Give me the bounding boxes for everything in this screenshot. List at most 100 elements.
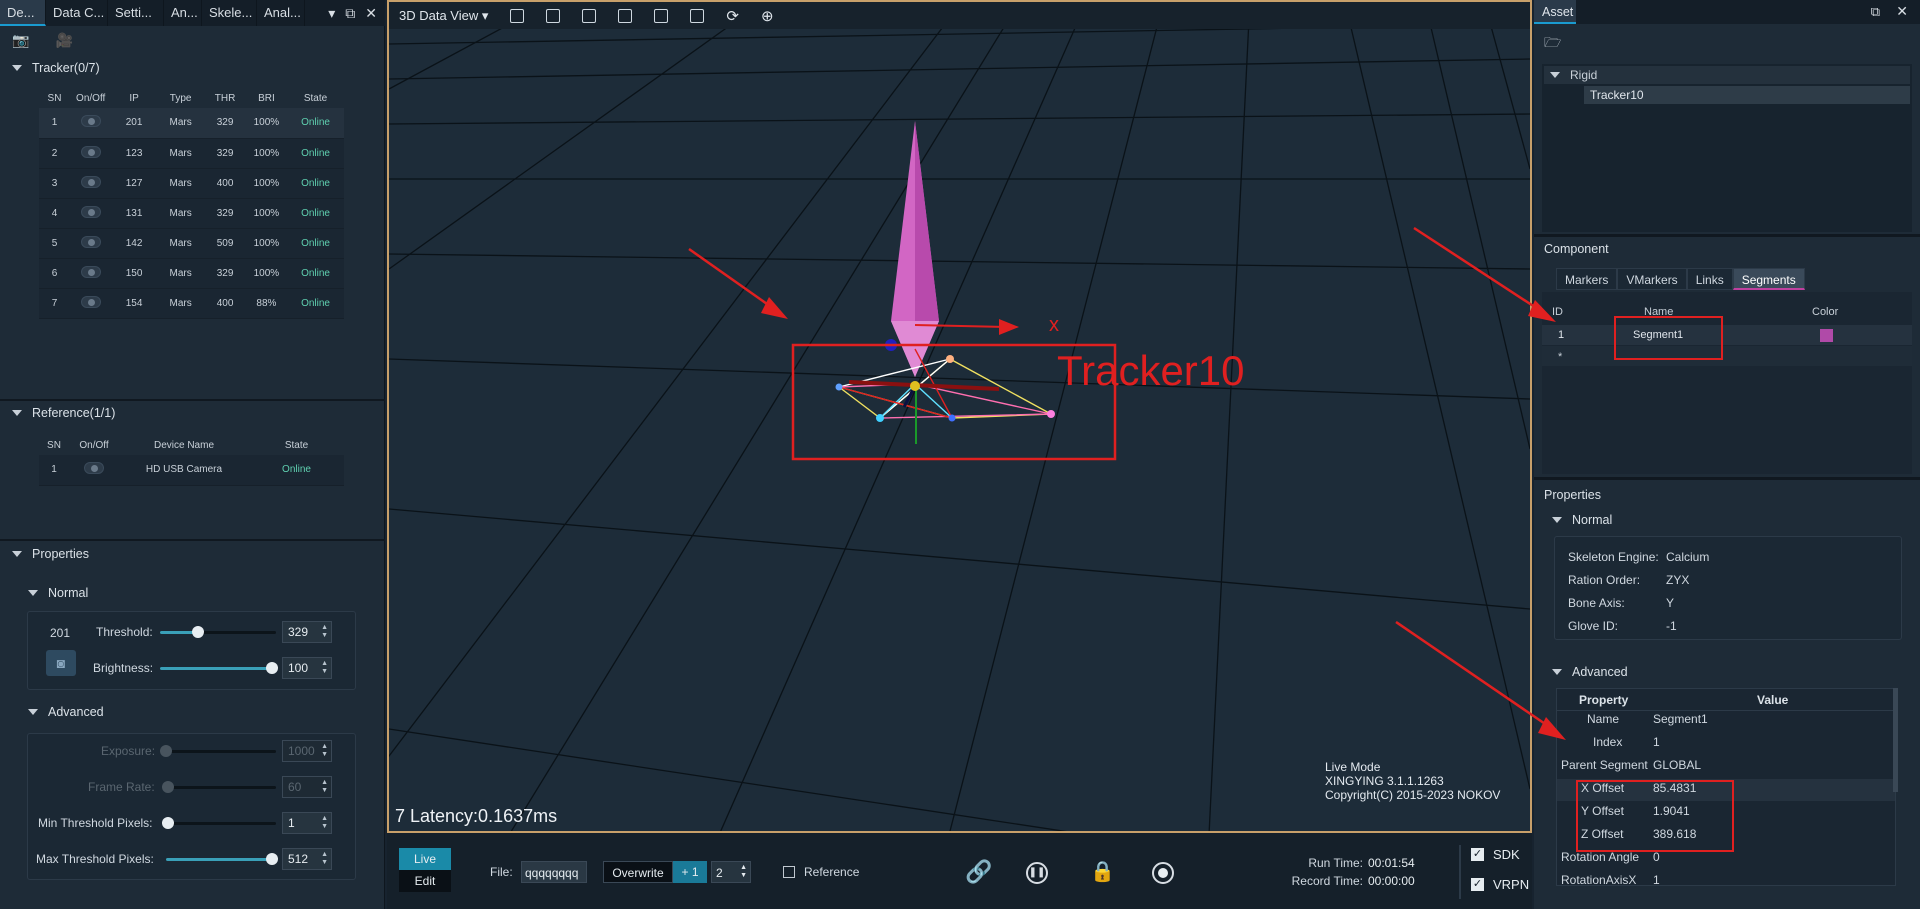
table-row[interactable]: 6 150 Mars 329 100% Online xyxy=(39,258,344,289)
min-threshold-slider[interactable] xyxy=(162,817,276,829)
spin-arrows-icon[interactable]: ▲ ▼ xyxy=(321,660,328,676)
on-off-toggle[interactable] xyxy=(80,205,101,218)
max-threshold-slider[interactable] xyxy=(166,853,278,865)
slider-handle[interactable] xyxy=(266,662,278,674)
cell-ip: 123 xyxy=(111,138,157,169)
reset-view-icon[interactable]: ⊕ xyxy=(761,7,774,25)
table-row[interactable]: 1 HD USB Camera Online xyxy=(39,455,344,486)
property-value[interactable]: Segment1 xyxy=(1653,712,1708,726)
property-value: Calcium xyxy=(1666,550,1710,564)
video-camera-icon[interactable]: 🎥 xyxy=(55,32,72,49)
record-icon[interactable] xyxy=(1152,862,1174,884)
slider-handle[interactable] xyxy=(266,853,278,865)
view-left-icon[interactable] xyxy=(654,8,669,23)
close-icon[interactable]: ✕ xyxy=(1896,3,1908,20)
threshold-slider[interactable] xyxy=(160,626,276,638)
scrollbar[interactable] xyxy=(1893,688,1898,792)
tab-links[interactable]: Links xyxy=(1686,268,1733,290)
normal-group-header[interactable]: Normal xyxy=(1534,508,1734,532)
view-side-icon[interactable] xyxy=(546,8,561,23)
tab-settings[interactable]: Setti... xyxy=(108,0,164,26)
spin-arrows-icon[interactable]: ▲ ▼ xyxy=(740,864,747,880)
camera-snapshot-icon[interactable]: 📷 xyxy=(12,32,29,49)
segment-color-swatch[interactable] xyxy=(1820,329,1833,342)
marker-point[interactable] xyxy=(1047,410,1055,418)
count-spinbox[interactable]: 2 ▲ ▼ xyxy=(711,861,751,883)
marker-point[interactable] xyxy=(946,355,954,363)
sdk-checkbox[interactable]: ✓ xyxy=(1471,848,1484,861)
min-threshold-spinbox[interactable]: 1 ▲ ▼ xyxy=(282,812,332,834)
max-threshold-spinbox[interactable]: 512 ▲ ▼ xyxy=(282,848,332,870)
spin-arrows-icon[interactable]: ▲ ▼ xyxy=(321,851,328,867)
tab-devices[interactable]: De... xyxy=(0,0,46,26)
3d-viewport[interactable]: 3D Data View ▾ ⟳ ⊕ x Tracker10 Live Mode… xyxy=(387,0,1532,833)
threshold-spinbox[interactable]: 329 ▲ ▼ xyxy=(282,621,332,643)
table-row[interactable]: 7 154 Mars 400 88% Online xyxy=(39,288,344,319)
reference-section-header[interactable]: Reference(1/1) xyxy=(0,401,385,425)
marker-point[interactable] xyxy=(948,414,956,422)
marker-point[interactable] xyxy=(835,383,843,391)
link-icon[interactable]: 🔗 xyxy=(965,859,992,885)
pause-icon[interactable]: ❚❚ xyxy=(1026,862,1048,884)
vrpn-checkbox[interactable]: ✓ xyxy=(1471,878,1484,891)
brightness-spinbox[interactable]: 100 ▲ ▼ xyxy=(282,657,332,679)
tab-asset[interactable]: Asset xyxy=(1534,0,1576,24)
view-back-icon[interactable] xyxy=(618,8,633,23)
spin-arrows-icon[interactable]: ▲ ▼ xyxy=(321,624,328,640)
float-window-icon[interactable]: ⧉ xyxy=(1871,4,1880,20)
on-off-toggle[interactable] xyxy=(80,175,101,188)
brightness-slider[interactable] xyxy=(160,662,278,674)
on-off-toggle[interactable] xyxy=(80,145,101,158)
float-window-icon[interactable]: ⧉ xyxy=(345,5,355,22)
slider-handle[interactable] xyxy=(162,817,174,829)
tab-vmarkers[interactable]: VMarkers xyxy=(1617,268,1687,290)
table-row[interactable]: 5 142 Mars 509 100% Online xyxy=(39,228,344,259)
tab-segments[interactable]: Segments xyxy=(1732,268,1805,290)
table-row[interactable]: 4 131 Mars 329 100% Online xyxy=(39,198,344,229)
table-row[interactable]: 3 127 Mars 400 100% Online xyxy=(39,168,344,199)
chevron-down-icon[interactable]: ▾ xyxy=(328,5,335,22)
increment-button[interactable]: + 1 xyxy=(673,861,707,883)
reference-checkbox[interactable] xyxy=(783,866,795,878)
advanced-group-header[interactable]: Advanced xyxy=(0,700,385,724)
property-value[interactable]: 1 xyxy=(1653,873,1660,885)
property-name: Parent Segment xyxy=(1561,758,1648,772)
open-folder-icon[interactable]: 🗁 xyxy=(1544,32,1561,56)
tree-node-tracker[interactable]: Tracker10 xyxy=(1584,86,1910,104)
tree-node-rigid[interactable]: Rigid xyxy=(1544,66,1910,84)
edit-button[interactable]: Edit xyxy=(399,870,451,892)
table-row[interactable]: 2 123 Mars 329 100% Online xyxy=(39,138,344,169)
overwrite-button[interactable]: Overwrite xyxy=(603,861,673,883)
file-name-input[interactable]: qqqqqqqq xyxy=(521,861,587,883)
tab-markers[interactable]: Markers xyxy=(1556,268,1618,290)
tab-analysis[interactable]: An... xyxy=(164,0,202,26)
on-off-toggle[interactable] xyxy=(80,265,101,278)
tracker-section-header[interactable]: Tracker(0/7) xyxy=(0,56,385,80)
normal-group-header[interactable]: Normal xyxy=(0,581,385,605)
live-button[interactable]: Live xyxy=(399,848,451,870)
property-value[interactable]: 0 xyxy=(1653,850,1660,864)
table-row[interactable] xyxy=(1542,325,1912,345)
on-off-toggle[interactable] xyxy=(80,295,101,308)
tab-data-capture[interactable]: Data C... xyxy=(46,0,108,26)
advanced-group-header[interactable]: Advanced xyxy=(1534,660,1734,684)
properties-section-header[interactable]: Properties xyxy=(0,542,385,566)
property-value[interactable]: GLOBAL xyxy=(1653,758,1701,772)
lock-icon[interactable]: 🔒 xyxy=(1090,859,1115,884)
view-front-icon[interactable] xyxy=(510,8,525,23)
tab-skeleton[interactable]: Skele... xyxy=(202,0,257,26)
on-off-toggle[interactable] xyxy=(80,235,101,248)
on-off-toggle[interactable] xyxy=(80,115,101,128)
view-mode-dropdown[interactable]: 3D Data View ▾ xyxy=(399,8,488,24)
view-perspective-icon[interactable] xyxy=(690,8,705,23)
spin-arrows-icon[interactable]: ▲ ▼ xyxy=(321,815,328,831)
refresh-icon[interactable]: ⟳ xyxy=(726,7,739,25)
property-value[interactable]: 1 xyxy=(1653,735,1660,749)
marker-point[interactable] xyxy=(876,414,884,422)
tab-analyze[interactable]: Anal... xyxy=(257,0,305,26)
view-top-icon[interactable] xyxy=(582,8,597,23)
close-icon[interactable]: ✕ xyxy=(365,5,377,22)
on-off-toggle[interactable] xyxy=(84,462,104,475)
table-row-new[interactable] xyxy=(1542,346,1912,366)
table-row[interactable]: 1 201 Mars 329 100% Online xyxy=(39,108,344,139)
